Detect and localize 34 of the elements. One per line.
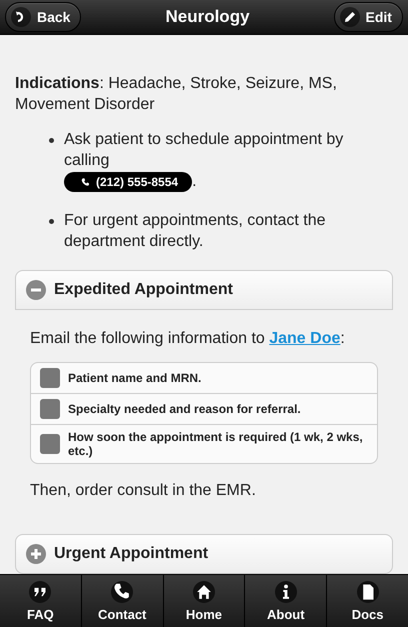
minus-icon	[26, 280, 46, 300]
checklist-label: Patient name and MRN.	[68, 371, 202, 386]
checkbox[interactable]	[40, 399, 60, 420]
checklist-label: How soon the appointment is required (1 wk, 2 wks, etc.)	[68, 430, 364, 458]
contact-icon	[111, 580, 134, 603]
phone-icon	[80, 176, 91, 188]
checklist-label: Specialty needed and reason for referral.	[68, 402, 301, 416]
bullet-text: Ask patient to schedule appointment by calling	[64, 131, 344, 170]
pencil-icon	[344, 11, 356, 24]
checkbox[interactable]	[40, 368, 60, 388]
instruction-text: Then, order consult in the EMR.	[30, 482, 257, 500]
accordion-header[interactable]: Expedited Appointment	[15, 270, 393, 310]
plus-icon	[26, 544, 46, 564]
accordion-header[interactable]: Urgent Appointment	[15, 534, 393, 574]
faq-icon	[29, 580, 52, 603]
tab-button[interactable]: Contact	[82, 575, 164, 627]
page-title: Neurology	[165, 7, 250, 28]
bullet-icon	[49, 219, 54, 224]
about-icon	[274, 580, 297, 603]
indications-text: Indications: Headache, Stroke, Seizure, MS, Movement Disorder	[15, 74, 338, 116]
phone-button[interactable]: (212) 555-8554	[64, 172, 192, 192]
back-button[interactable]: Back	[5, 2, 82, 32]
edit-button[interactable]: Edit	[334, 2, 403, 32]
tab-button[interactable]: FAQ	[0, 575, 82, 627]
tab-button[interactable]: Home	[164, 575, 246, 627]
tab-button[interactable]: About	[245, 575, 328, 627]
docs-icon	[356, 580, 379, 603]
tab-button[interactable]: Docs	[327, 575, 408, 627]
period-text: .	[192, 173, 197, 190]
bullet-icon	[49, 138, 54, 144]
home-icon	[192, 580, 215, 603]
instruction-text: Email the following information to Jane Doe:	[30, 330, 346, 348]
checkbox[interactable]	[40, 434, 60, 454]
bullet-text: For urgent appointments, contact the department directly.	[64, 212, 326, 250]
